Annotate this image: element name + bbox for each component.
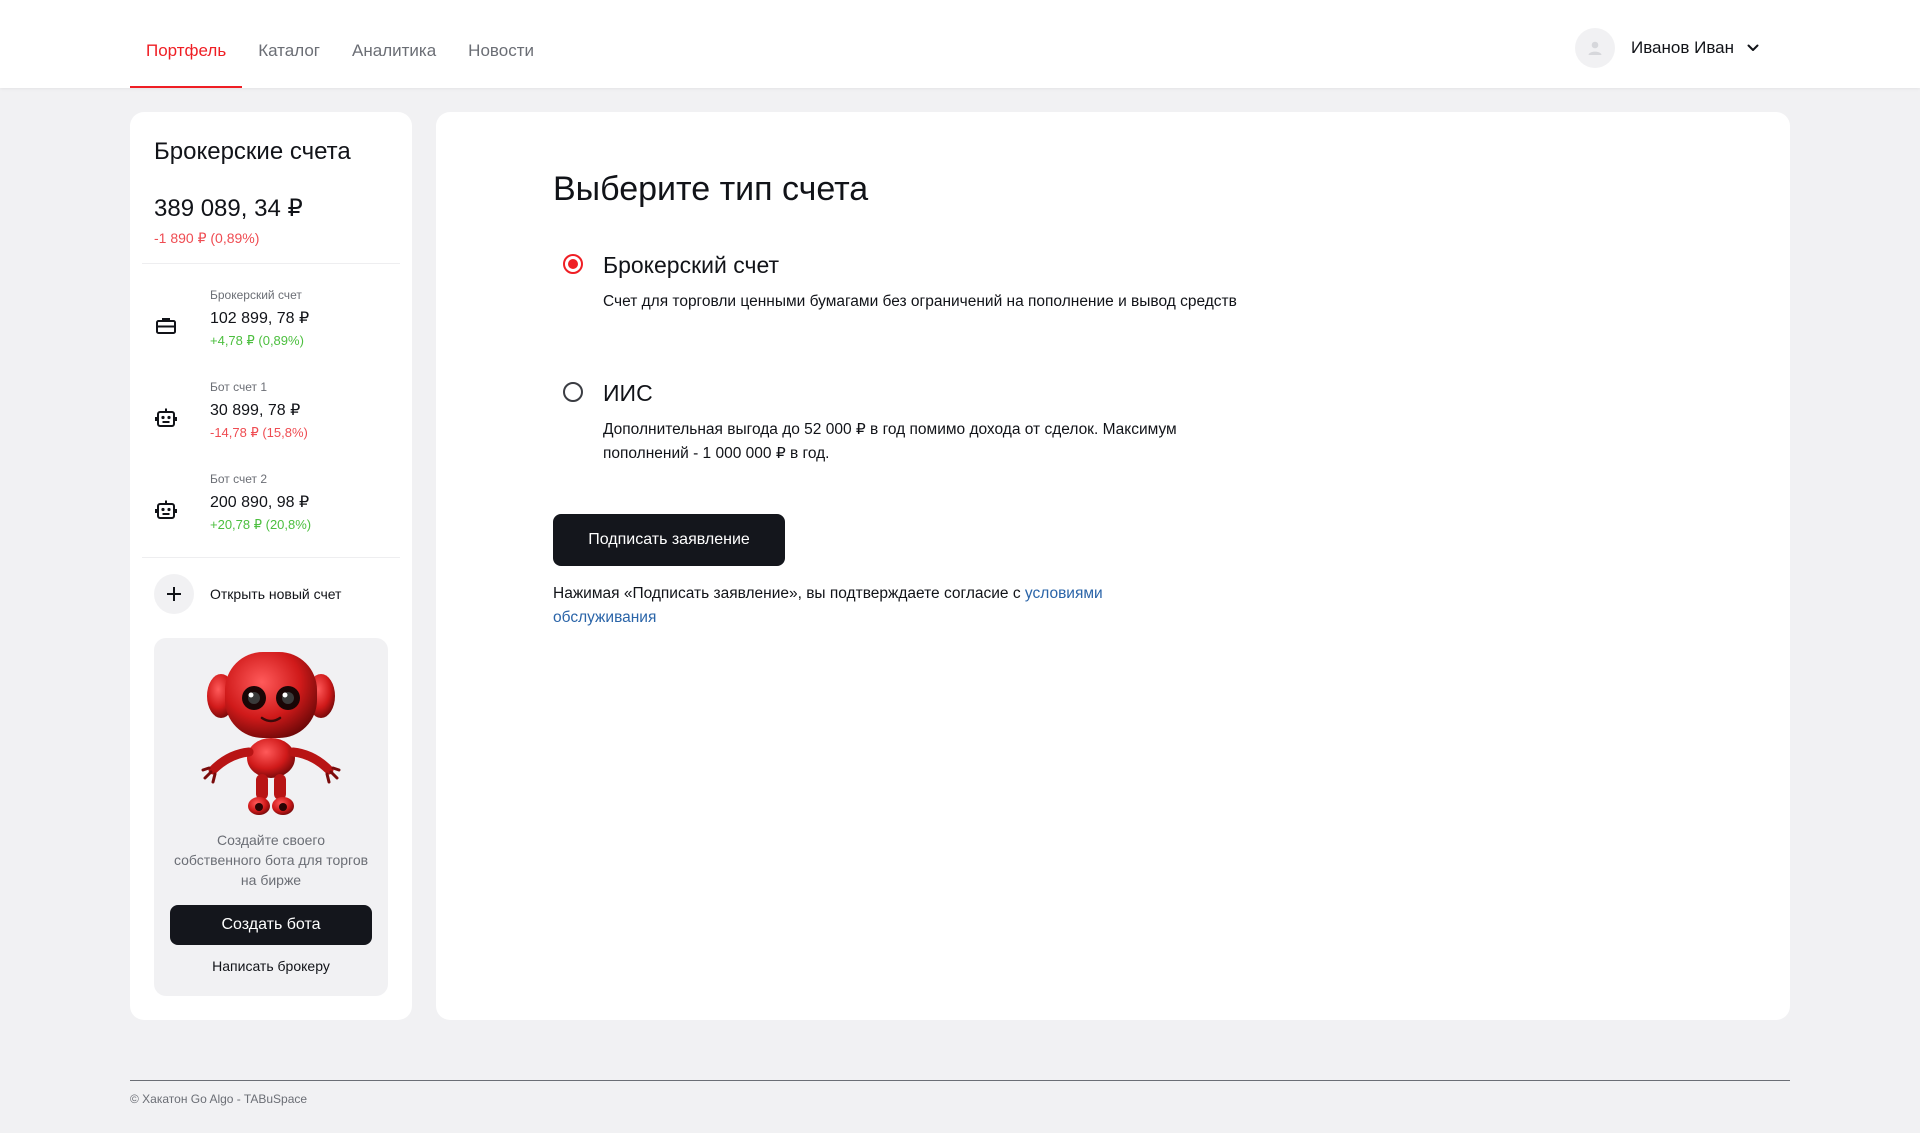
- total-change: -1 890 ₽ (0,89%): [154, 230, 260, 246]
- user-name: Иванов Иван: [1630, 38, 1734, 57]
- plus-icon: [154, 574, 194, 614]
- option-title: ИИС: [603, 380, 653, 406]
- page-title: Выберите тип счета: [553, 170, 869, 208]
- accounts-sidebar: Брокерские счета 389 089, 34 ₽ -1 890 ₽ …: [130, 112, 412, 1020]
- open-account-label: Открыть новый счет: [210, 586, 342, 602]
- tab-catalog[interactable]: Каталог: [242, 0, 336, 88]
- account-label: Бот счет 2: [210, 472, 268, 486]
- account-item-broker[interactable]: Брокерский счет 102 899, 78 ₽ +4,78 ₽ (0…: [130, 288, 412, 368]
- account-value: 30 899, 78 ₽: [210, 402, 301, 419]
- account-value: 102 899, 78 ₽: [210, 310, 310, 327]
- robot-icon: [155, 500, 177, 519]
- write-broker-link[interactable]: Написать брокеру: [154, 958, 388, 974]
- option-description: Счет для торговли ценными бумагами без о…: [603, 293, 1237, 310]
- tab-analytics[interactable]: Аналитика: [336, 0, 452, 88]
- agreement-text: Нажимая «Подписать заявление», вы подтве…: [553, 582, 1173, 630]
- chevron-down-icon: [1747, 44, 1759, 51]
- account-value: 200 890, 98 ₽: [210, 494, 310, 511]
- robot-illustration: [201, 652, 341, 815]
- top-header: Портфель Каталог Аналитика Новости Ивано…: [0, 0, 1920, 88]
- agreement-prefix: Нажимая «Подписать заявление», вы подтве…: [553, 585, 1025, 602]
- option-title: Брокерский счет: [603, 252, 780, 278]
- footer-copyright: © Хакатон Go Algo - TABuSpace: [130, 1092, 308, 1106]
- footer-divider: [130, 1080, 1790, 1081]
- account-change: +20,78 ₽ (20,8%): [210, 517, 312, 532]
- user-menu[interactable]: Иванов Иван: [1574, 28, 1760, 68]
- account-change: +4,78 ₽ (0,89%): [210, 333, 304, 348]
- tab-news[interactable]: Новости: [452, 0, 550, 88]
- account-label: Брокерский счет: [210, 288, 302, 302]
- open-new-account-button[interactable]: Открыть новый счет: [154, 574, 341, 614]
- account-item-bot-1[interactable]: Бот счет 1 30 899, 78 ₽ -14,78 ₽ (15,8%): [130, 380, 412, 460]
- option-description: Дополнительная выгода до 52 000 ₽ в год …: [603, 421, 1177, 462]
- robot-icon: [155, 408, 177, 427]
- sidebar-title: Брокерские счета: [154, 138, 351, 165]
- user-icon: [1588, 41, 1602, 55]
- account-type-panel: Выберите тип счета Брокерский счет Счет …: [436, 112, 1790, 1020]
- promo-text: Создайте своего собственного бота для то…: [173, 832, 369, 888]
- divider: [142, 263, 400, 264]
- total-balance: 389 089, 34 ₽: [154, 195, 303, 222]
- sign-application-button[interactable]: Подписать заявление: [553, 514, 785, 566]
- main-nav: Портфель Каталог Аналитика Новости: [130, 0, 550, 88]
- divider: [142, 557, 400, 558]
- briefcase-icon: [156, 318, 176, 334]
- create-bot-button[interactable]: Создать бота: [170, 905, 372, 945]
- radio-brokerage[interactable]: [563, 254, 583, 274]
- radio-iis[interactable]: [563, 382, 583, 402]
- account-item-bot-2[interactable]: Бот счет 2 200 890, 98 ₽ +20,78 ₽ (20,8%…: [130, 472, 412, 552]
- account-label: Бот счет 1: [210, 380, 268, 394]
- tab-portfolio[interactable]: Портфель: [130, 0, 243, 88]
- create-bot-promo: Создайте своего собственного бота для то…: [154, 638, 388, 996]
- avatar: [1574, 28, 1615, 68]
- account-change: -14,78 ₽ (15,8%): [210, 425, 308, 440]
